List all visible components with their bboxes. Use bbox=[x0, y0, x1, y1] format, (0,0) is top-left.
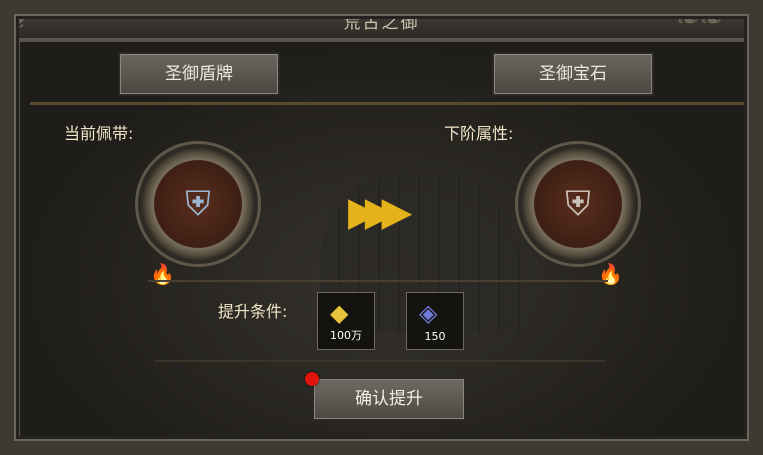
window-frame bbox=[0, 0, 763, 455]
upgrade-window: ❦ 荒古之御 ❧❧ 圣御盾牌 圣御宝石 当前佩带: 下阶属性: ⛨ ⛨ ▶▶▶ … bbox=[0, 0, 763, 455]
